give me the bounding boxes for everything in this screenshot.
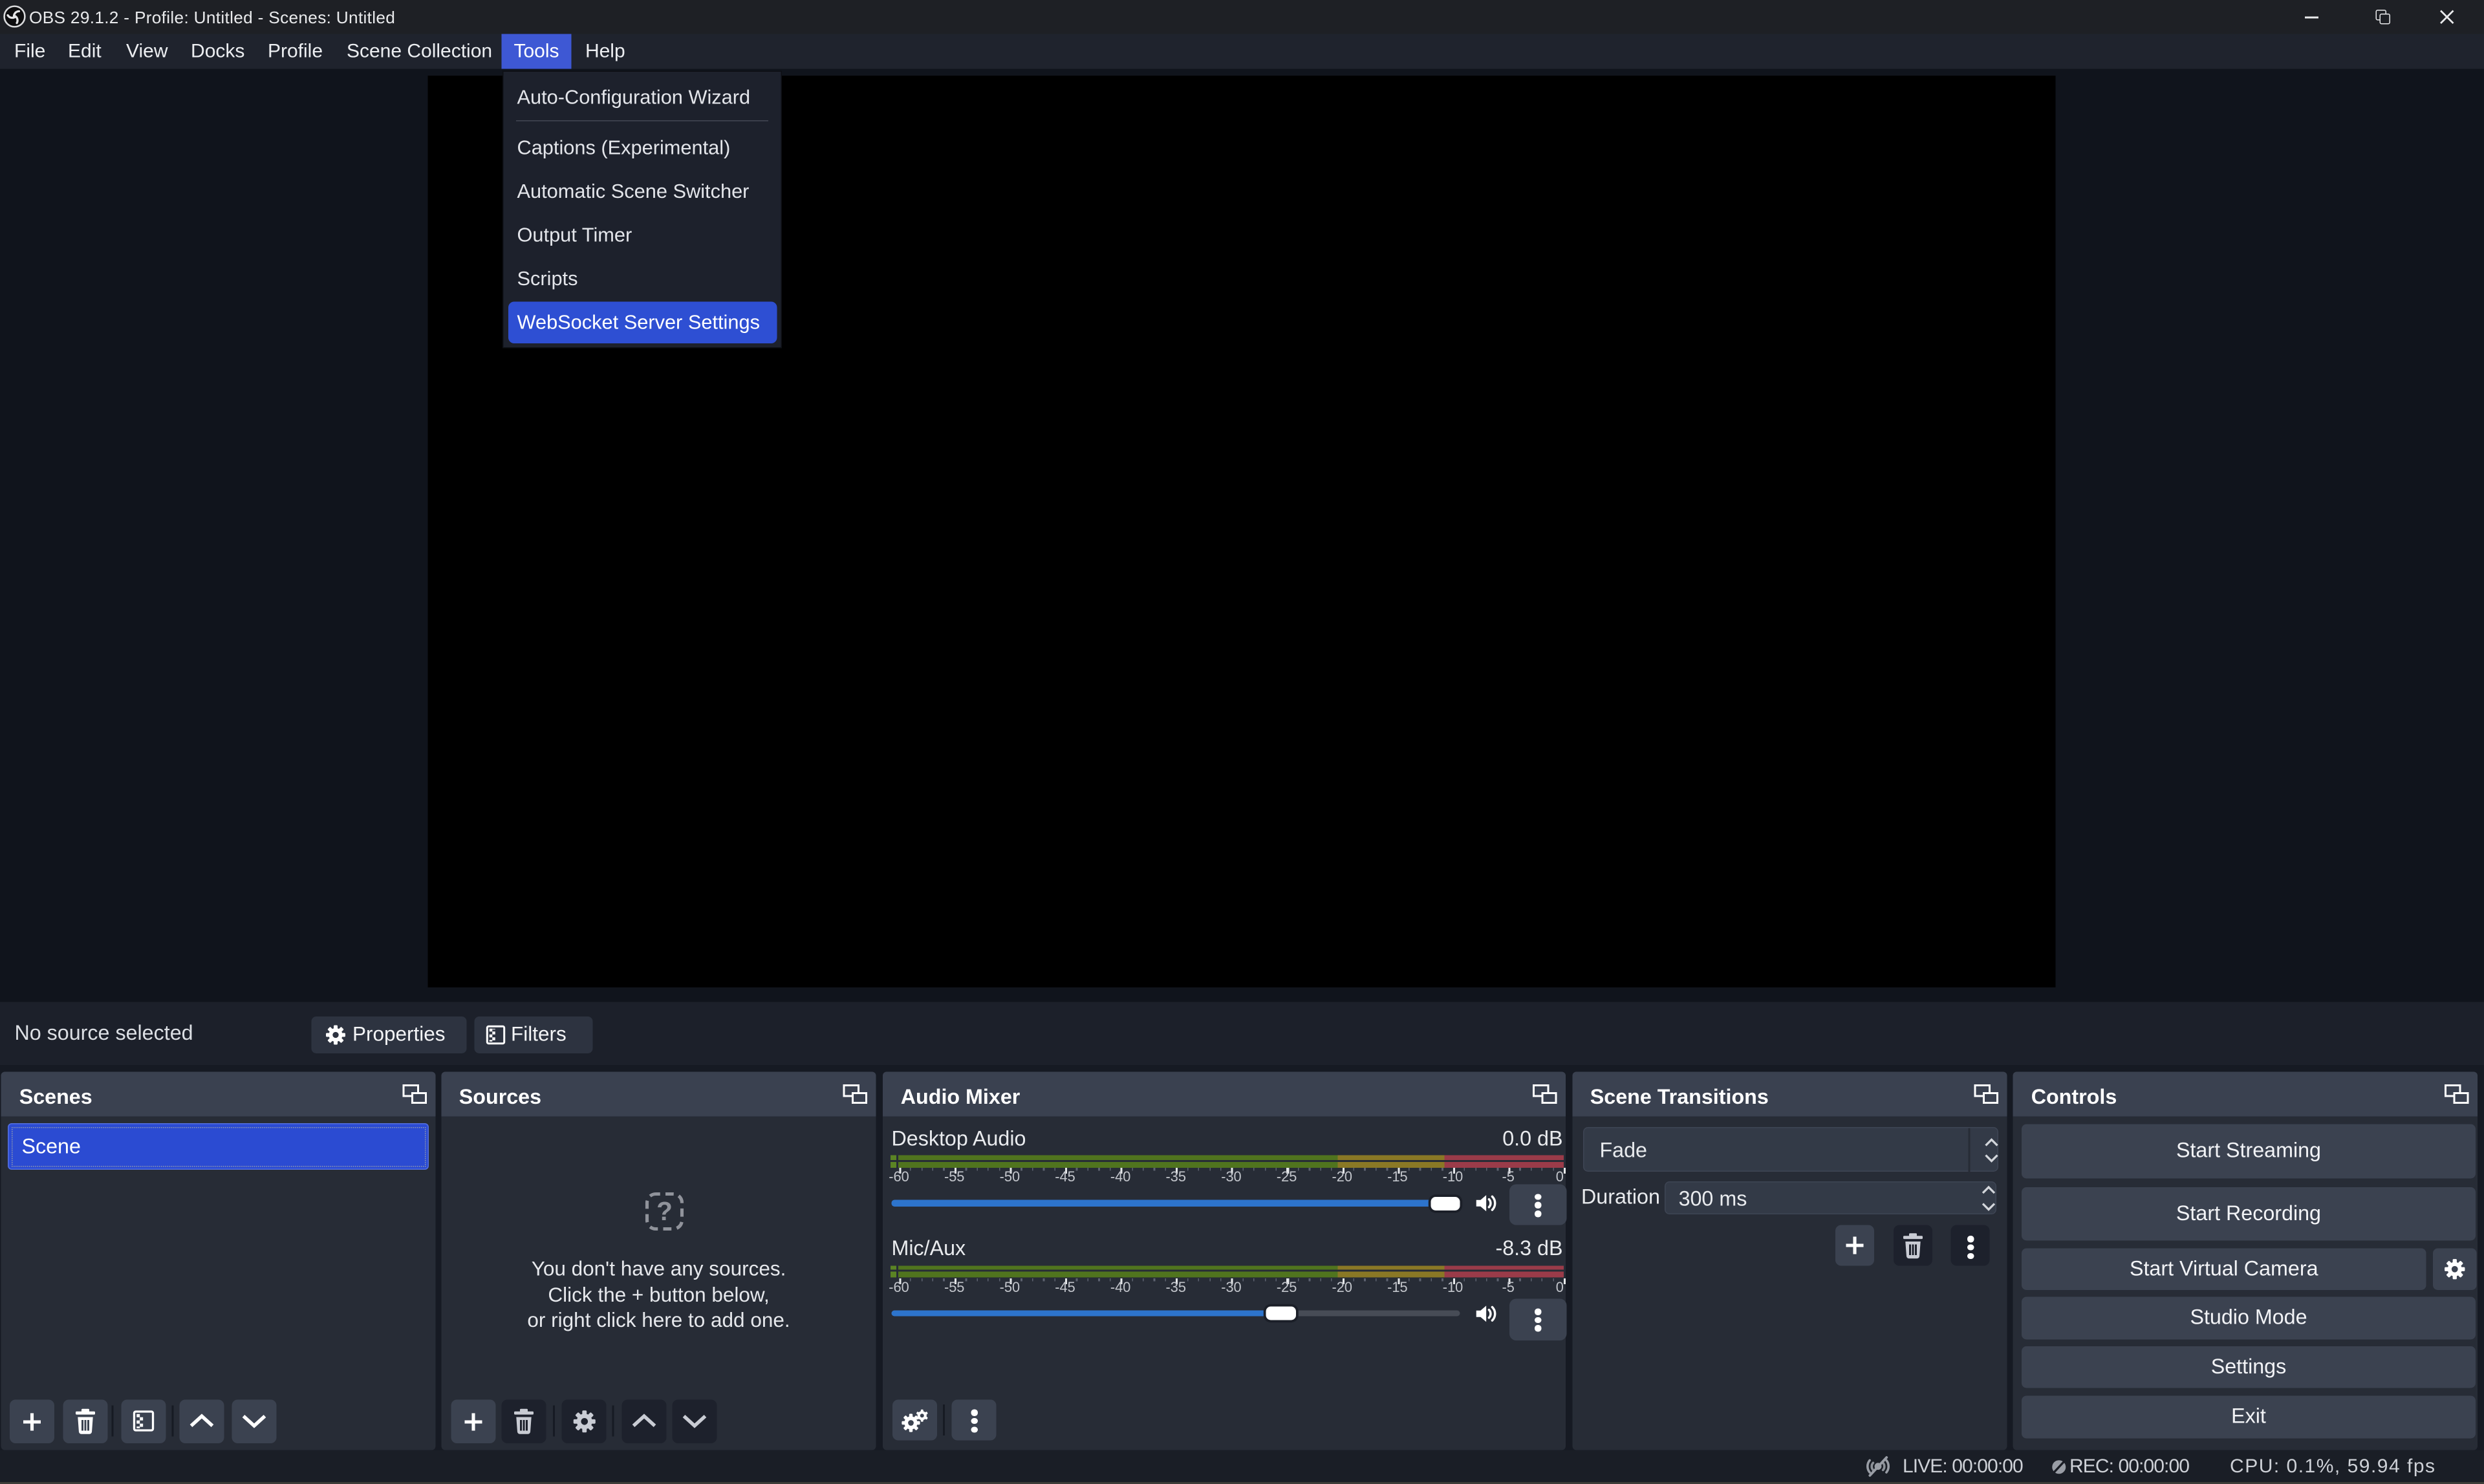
svg-text:?: ?	[656, 1196, 673, 1226]
